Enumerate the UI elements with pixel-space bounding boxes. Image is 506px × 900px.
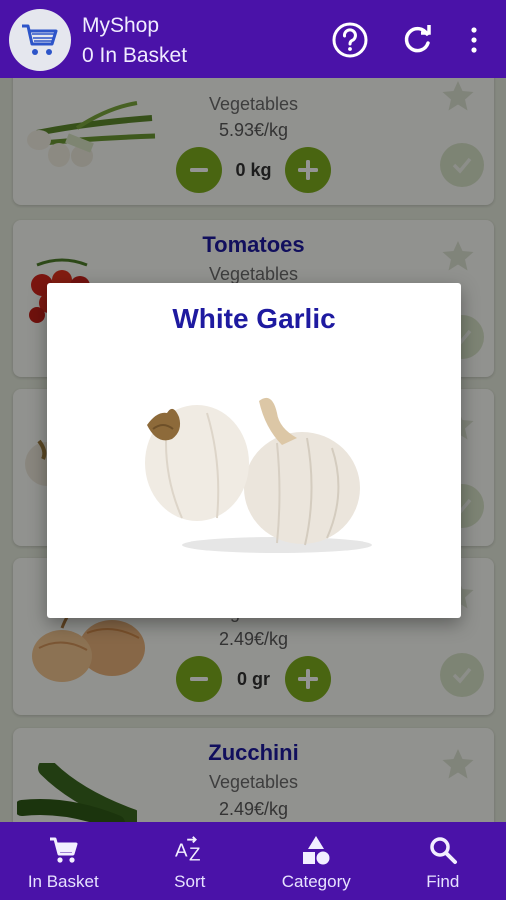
nav-find[interactable]: Find (380, 822, 506, 900)
nav-label: Sort (174, 872, 206, 891)
nav-in-basket[interactable]: In Basket (0, 822, 127, 900)
svg-text:Z: Z (189, 843, 201, 864)
category-icon (300, 834, 332, 866)
nav-label: In Basket (27, 872, 99, 891)
basket-count: 0 In Basket (82, 44, 188, 67)
search-icon (427, 834, 459, 866)
cart-icon (47, 834, 79, 866)
bottom-navigation: In Basket A Z Sort Category Find (0, 822, 506, 900)
nav-category[interactable]: Category (253, 822, 380, 900)
more-vert-icon[interactable] (456, 20, 492, 60)
app-title: MyShop (82, 14, 160, 37)
cart-logo-icon (9, 9, 71, 71)
refresh-icon[interactable] (397, 20, 437, 60)
app-header: MyShop 0 In Basket (0, 0, 506, 78)
nav-sort[interactable]: A Z Sort (127, 822, 254, 900)
svg-text:A: A (175, 840, 188, 861)
product-image-dialog[interactable]: White Garlic (47, 283, 461, 618)
sort-az-icon: A Z (174, 834, 206, 866)
white-garlic-image (145, 397, 372, 553)
dialog-title: White Garlic (172, 303, 336, 334)
nav-label: Category (281, 872, 351, 891)
nav-label: Find (426, 872, 460, 891)
help-icon[interactable] (330, 20, 370, 60)
